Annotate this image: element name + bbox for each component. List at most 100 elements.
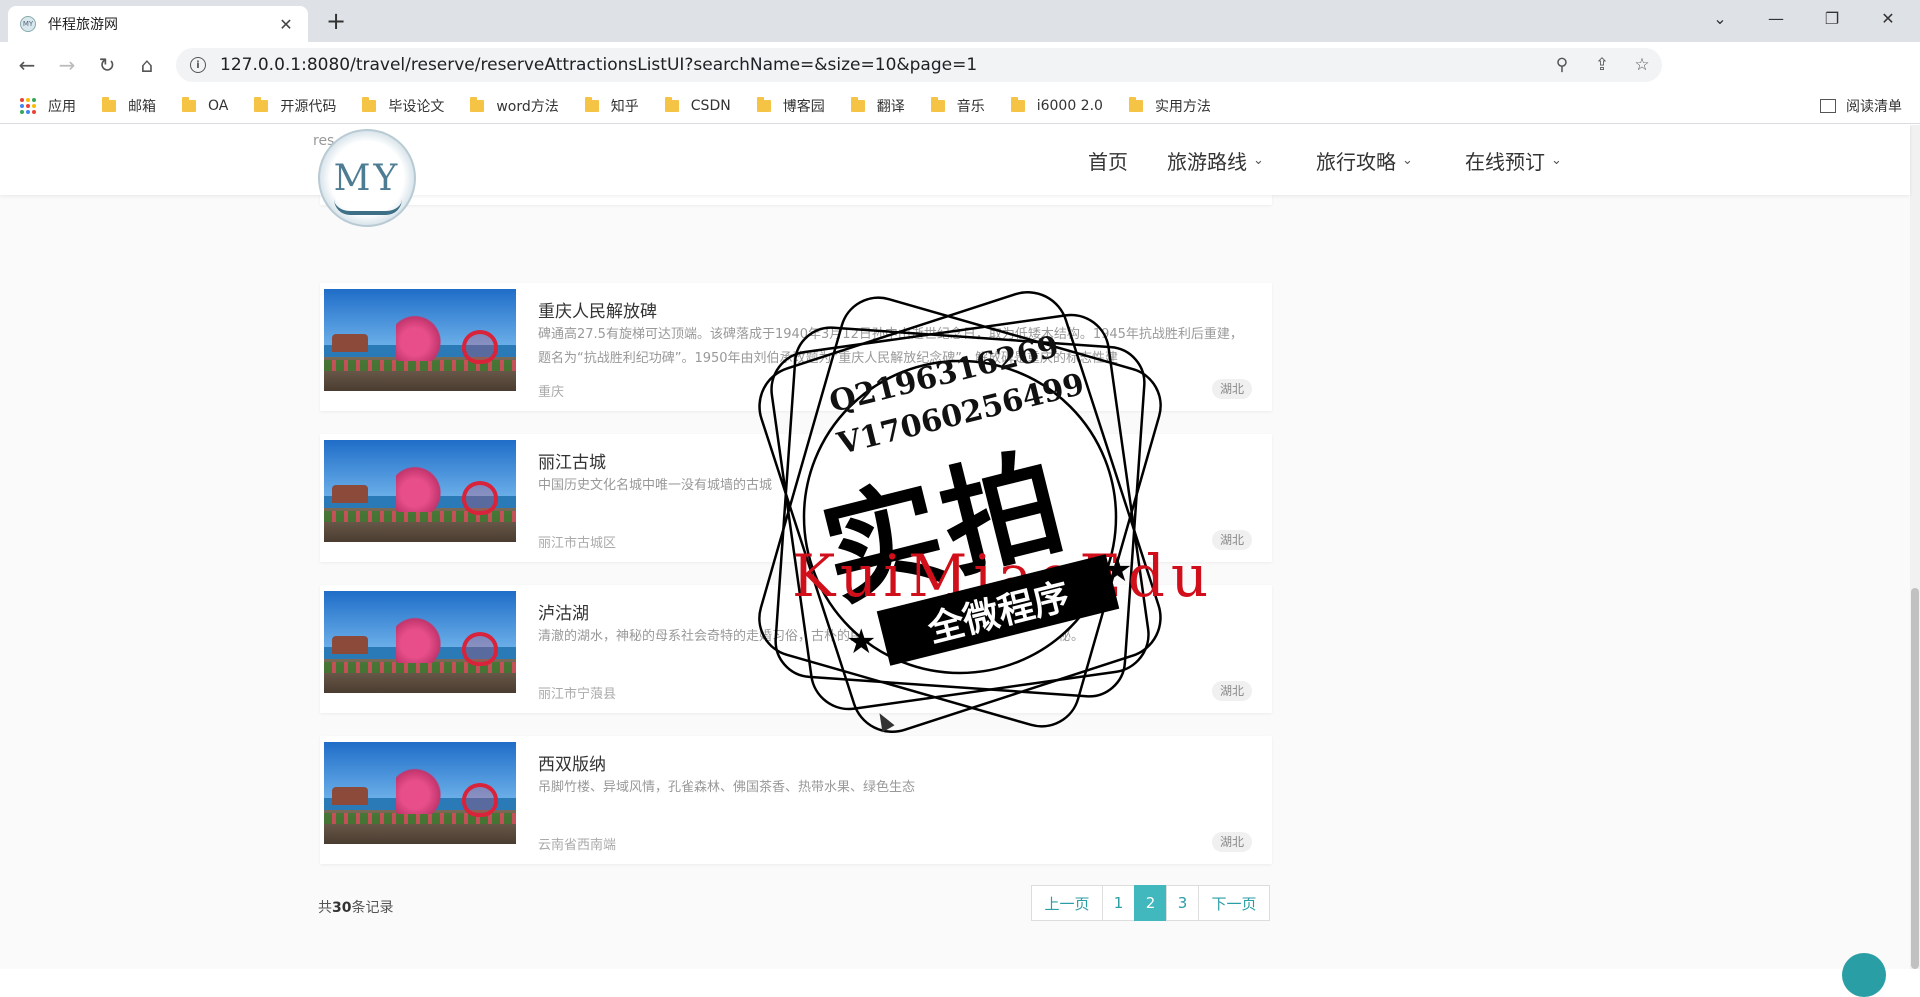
attraction-name[interactable]: 西双版纳 bbox=[538, 750, 606, 775]
reading-list-icon bbox=[1820, 99, 1836, 113]
reload-icon[interactable]: ↻ bbox=[92, 50, 122, 80]
tab-title: 伴程旅游网 bbox=[48, 17, 118, 33]
attraction-location: 重庆 bbox=[538, 385, 565, 400]
back-icon[interactable]: ← bbox=[12, 50, 42, 80]
url-text[interactable]: 127.0.0.1:8080/travel/reserve/reserveAtt… bbox=[220, 55, 1542, 75]
bookmark-item[interactable]: word方法 bbox=[470, 96, 559, 116]
nav-item[interactable]: 旅行攻略 ⌄ bbox=[1316, 146, 1413, 175]
logo-wave-icon bbox=[334, 199, 402, 215]
bookmark-label: 翻译 bbox=[876, 98, 905, 115]
attraction-card[interactable]: 西双版纳 吊脚竹楼、异域风情，孔雀森林、佛国茶香、热带水果、绿色生态 云南省西南端 湖… bbox=[320, 736, 1272, 864]
attraction-card[interactable]: 重庆人民解放碑碑通高27.5有旋梯可达顶端。该碑落成于1940年3月12日孙中山… bbox=[320, 283, 1272, 411]
total-records: 共30条记录 bbox=[318, 897, 393, 917]
bookmark-item[interactable]: 应用 bbox=[20, 96, 76, 116]
bookmark-item[interactable]: 博客园 bbox=[756, 96, 825, 116]
tab-search-icon[interactable]: ⌄ bbox=[1692, 0, 1748, 36]
bookmark-item[interactable]: OA bbox=[182, 96, 228, 114]
reading-list-label: 阅读清单 bbox=[1846, 99, 1902, 115]
bookmark-label: 邮箱 bbox=[128, 98, 156, 115]
bookmarks-bar: 应用 邮箱 OA 开源代码 毕设论文 word方法 知乎 CSDN 博客园 翻译 音乐 i6000 2… bbox=[0, 88, 1920, 124]
share-icon[interactable]: ⇪ bbox=[1582, 55, 1622, 75]
site-header: res 首页 旅游路线 ⌄ 旅行攻略 ⌄ 在线预订 ⌄ bbox=[0, 125, 1910, 195]
total-count: 30 bbox=[332, 900, 352, 916]
nav-label: 旅行攻略 bbox=[1316, 149, 1396, 174]
attraction-thumbnail[interactable] bbox=[324, 289, 516, 391]
minimize-button[interactable]: — bbox=[1748, 0, 1804, 36]
prev-page-button[interactable]: 上一页 bbox=[1031, 885, 1103, 921]
folder-icon bbox=[1128, 96, 1143, 112]
site-info-icon[interactable]: i bbox=[190, 57, 206, 73]
province-badge: 湖北 bbox=[1212, 379, 1252, 399]
bookmark-star-icon[interactable]: ☆ bbox=[1622, 55, 1662, 75]
new-tab-button[interactable]: + bbox=[322, 8, 350, 36]
attraction-location: 丽江市古城区 bbox=[538, 536, 617, 551]
attraction-thumbnail[interactable] bbox=[324, 742, 516, 844]
attraction-description: 碑通高27.5有旋梯可达顶端。该碑落成于1940年3月12日孙中山逝世纪念日，取… bbox=[538, 327, 1243, 366]
restore-button[interactable]: ❐ bbox=[1804, 0, 1860, 36]
address-bar[interactable]: i 127.0.0.1:8080/travel/reserve/reserveA… bbox=[176, 48, 1662, 82]
total-suffix: 条记录 bbox=[351, 900, 394, 916]
page-scrollbar[interactable] bbox=[1910, 125, 1920, 969]
page-content: res 首页旅游路线⌄旅行攻略⌄在线预订⌄ MY 塔；构架山水、师法自然，保存唐… bbox=[0, 125, 1920, 969]
province-badge: 湖北 bbox=[1212, 681, 1252, 701]
home-icon[interactable]: ⌂ bbox=[132, 50, 162, 80]
page-button[interactable]: 3 bbox=[1166, 885, 1199, 921]
floating-action-button[interactable] bbox=[1842, 953, 1886, 997]
bookmark-label: 毕设论文 bbox=[388, 98, 445, 115]
page-button[interactable]: 2 bbox=[1134, 885, 1167, 921]
site-logo[interactable]: MY bbox=[318, 129, 416, 227]
bookmark-item[interactable]: 开源代码 bbox=[254, 96, 336, 116]
next-page-button[interactable]: 下一页 bbox=[1198, 885, 1270, 921]
folder-icon bbox=[756, 96, 771, 112]
attraction-description: 吊脚竹楼、异域风情，孔雀森林、佛国茶香、热带水果、绿色生态 bbox=[538, 780, 916, 795]
nav-item[interactable]: 首页 bbox=[1088, 146, 1128, 175]
attraction-description: 中国历史文化名城中唯一没有城墙的古城 bbox=[538, 478, 773, 493]
nav-label: 首页 bbox=[1088, 149, 1128, 174]
tab-strip: MY 伴程旅游网 ✕ + ⌄ — ❐ ✕ bbox=[0, 0, 1920, 42]
bookmark-item[interactable]: i6000 2.0 bbox=[1010, 96, 1103, 114]
chevron-down-icon: ⌄ bbox=[1253, 152, 1264, 168]
attraction-card[interactable]: 丽江古城中国历史文化名城中唯一没有城墙的古城 丽江市古城区 湖北 bbox=[320, 434, 1272, 562]
bookmark-item[interactable]: 实用方法 bbox=[1128, 96, 1211, 116]
active-tab[interactable]: MY 伴程旅游网 ✕ bbox=[8, 6, 308, 42]
bookmark-item[interactable]: 毕设论文 bbox=[362, 96, 444, 116]
bookmark-item[interactable]: 知乎 bbox=[584, 96, 639, 116]
attraction-card[interactable]: 泸沽湖 清澈的湖水，神秘的母系社会奇特的走婚习俗，古朴的民风民俗，展现着泸沽湖的美… bbox=[320, 585, 1272, 713]
bookmark-label: word方法 bbox=[496, 98, 559, 115]
attraction-name[interactable]: 泸沽湖 bbox=[538, 599, 589, 624]
folder-icon bbox=[362, 96, 377, 112]
province-badge: 湖北 bbox=[1212, 530, 1252, 550]
scrollbar-thumb[interactable] bbox=[1911, 588, 1919, 969]
attraction-thumbnail[interactable] bbox=[324, 591, 516, 693]
bookmark-item[interactable]: 翻译 bbox=[850, 96, 905, 116]
bookmark-item[interactable]: 音乐 bbox=[930, 96, 985, 116]
close-window-button[interactable]: ✕ bbox=[1860, 0, 1916, 36]
page-button[interactable]: 1 bbox=[1102, 885, 1135, 921]
total-prefix: 共 bbox=[318, 900, 332, 916]
bookmark-item[interactable]: CSDN bbox=[664, 96, 731, 114]
bookmark-item[interactable]: 邮箱 bbox=[102, 96, 156, 116]
bookmark-label: 博客园 bbox=[782, 98, 825, 115]
folder-icon bbox=[850, 96, 865, 112]
pagination: 上一页 1 2 3 下一页 bbox=[1031, 885, 1270, 921]
bookmark-label: 应用 bbox=[48, 98, 76, 115]
nav-item[interactable]: 在线预订 ⌄ bbox=[1465, 146, 1562, 175]
folder-icon bbox=[1010, 96, 1025, 112]
nav-item[interactable]: 旅游路线 ⌄ bbox=[1167, 146, 1264, 175]
folder-icon bbox=[182, 96, 196, 112]
apps-grid-icon bbox=[20, 97, 36, 114]
attraction-name[interactable]: 丽江古城 bbox=[538, 448, 606, 473]
bookmark-label: i6000 2.0 bbox=[1036, 97, 1103, 114]
province-badge: 湖北 bbox=[1212, 832, 1252, 852]
reading-list-button[interactable]: 阅读清单 bbox=[1820, 88, 1902, 124]
attraction-name[interactable]: 重庆人民解放碑 bbox=[538, 297, 657, 322]
folder-icon bbox=[664, 96, 679, 112]
folder-icon bbox=[470, 96, 485, 112]
attraction-thumbnail[interactable] bbox=[324, 440, 516, 542]
site-favicon-icon: MY bbox=[20, 16, 36, 32]
zoom-icon[interactable]: ⚲ bbox=[1542, 55, 1582, 75]
bookmark-label: 音乐 bbox=[956, 98, 985, 115]
forward-icon[interactable]: → bbox=[52, 50, 82, 80]
attraction-location: 丽江市宁蒗县 bbox=[538, 687, 617, 702]
tab-close-icon[interactable]: ✕ bbox=[276, 15, 296, 34]
